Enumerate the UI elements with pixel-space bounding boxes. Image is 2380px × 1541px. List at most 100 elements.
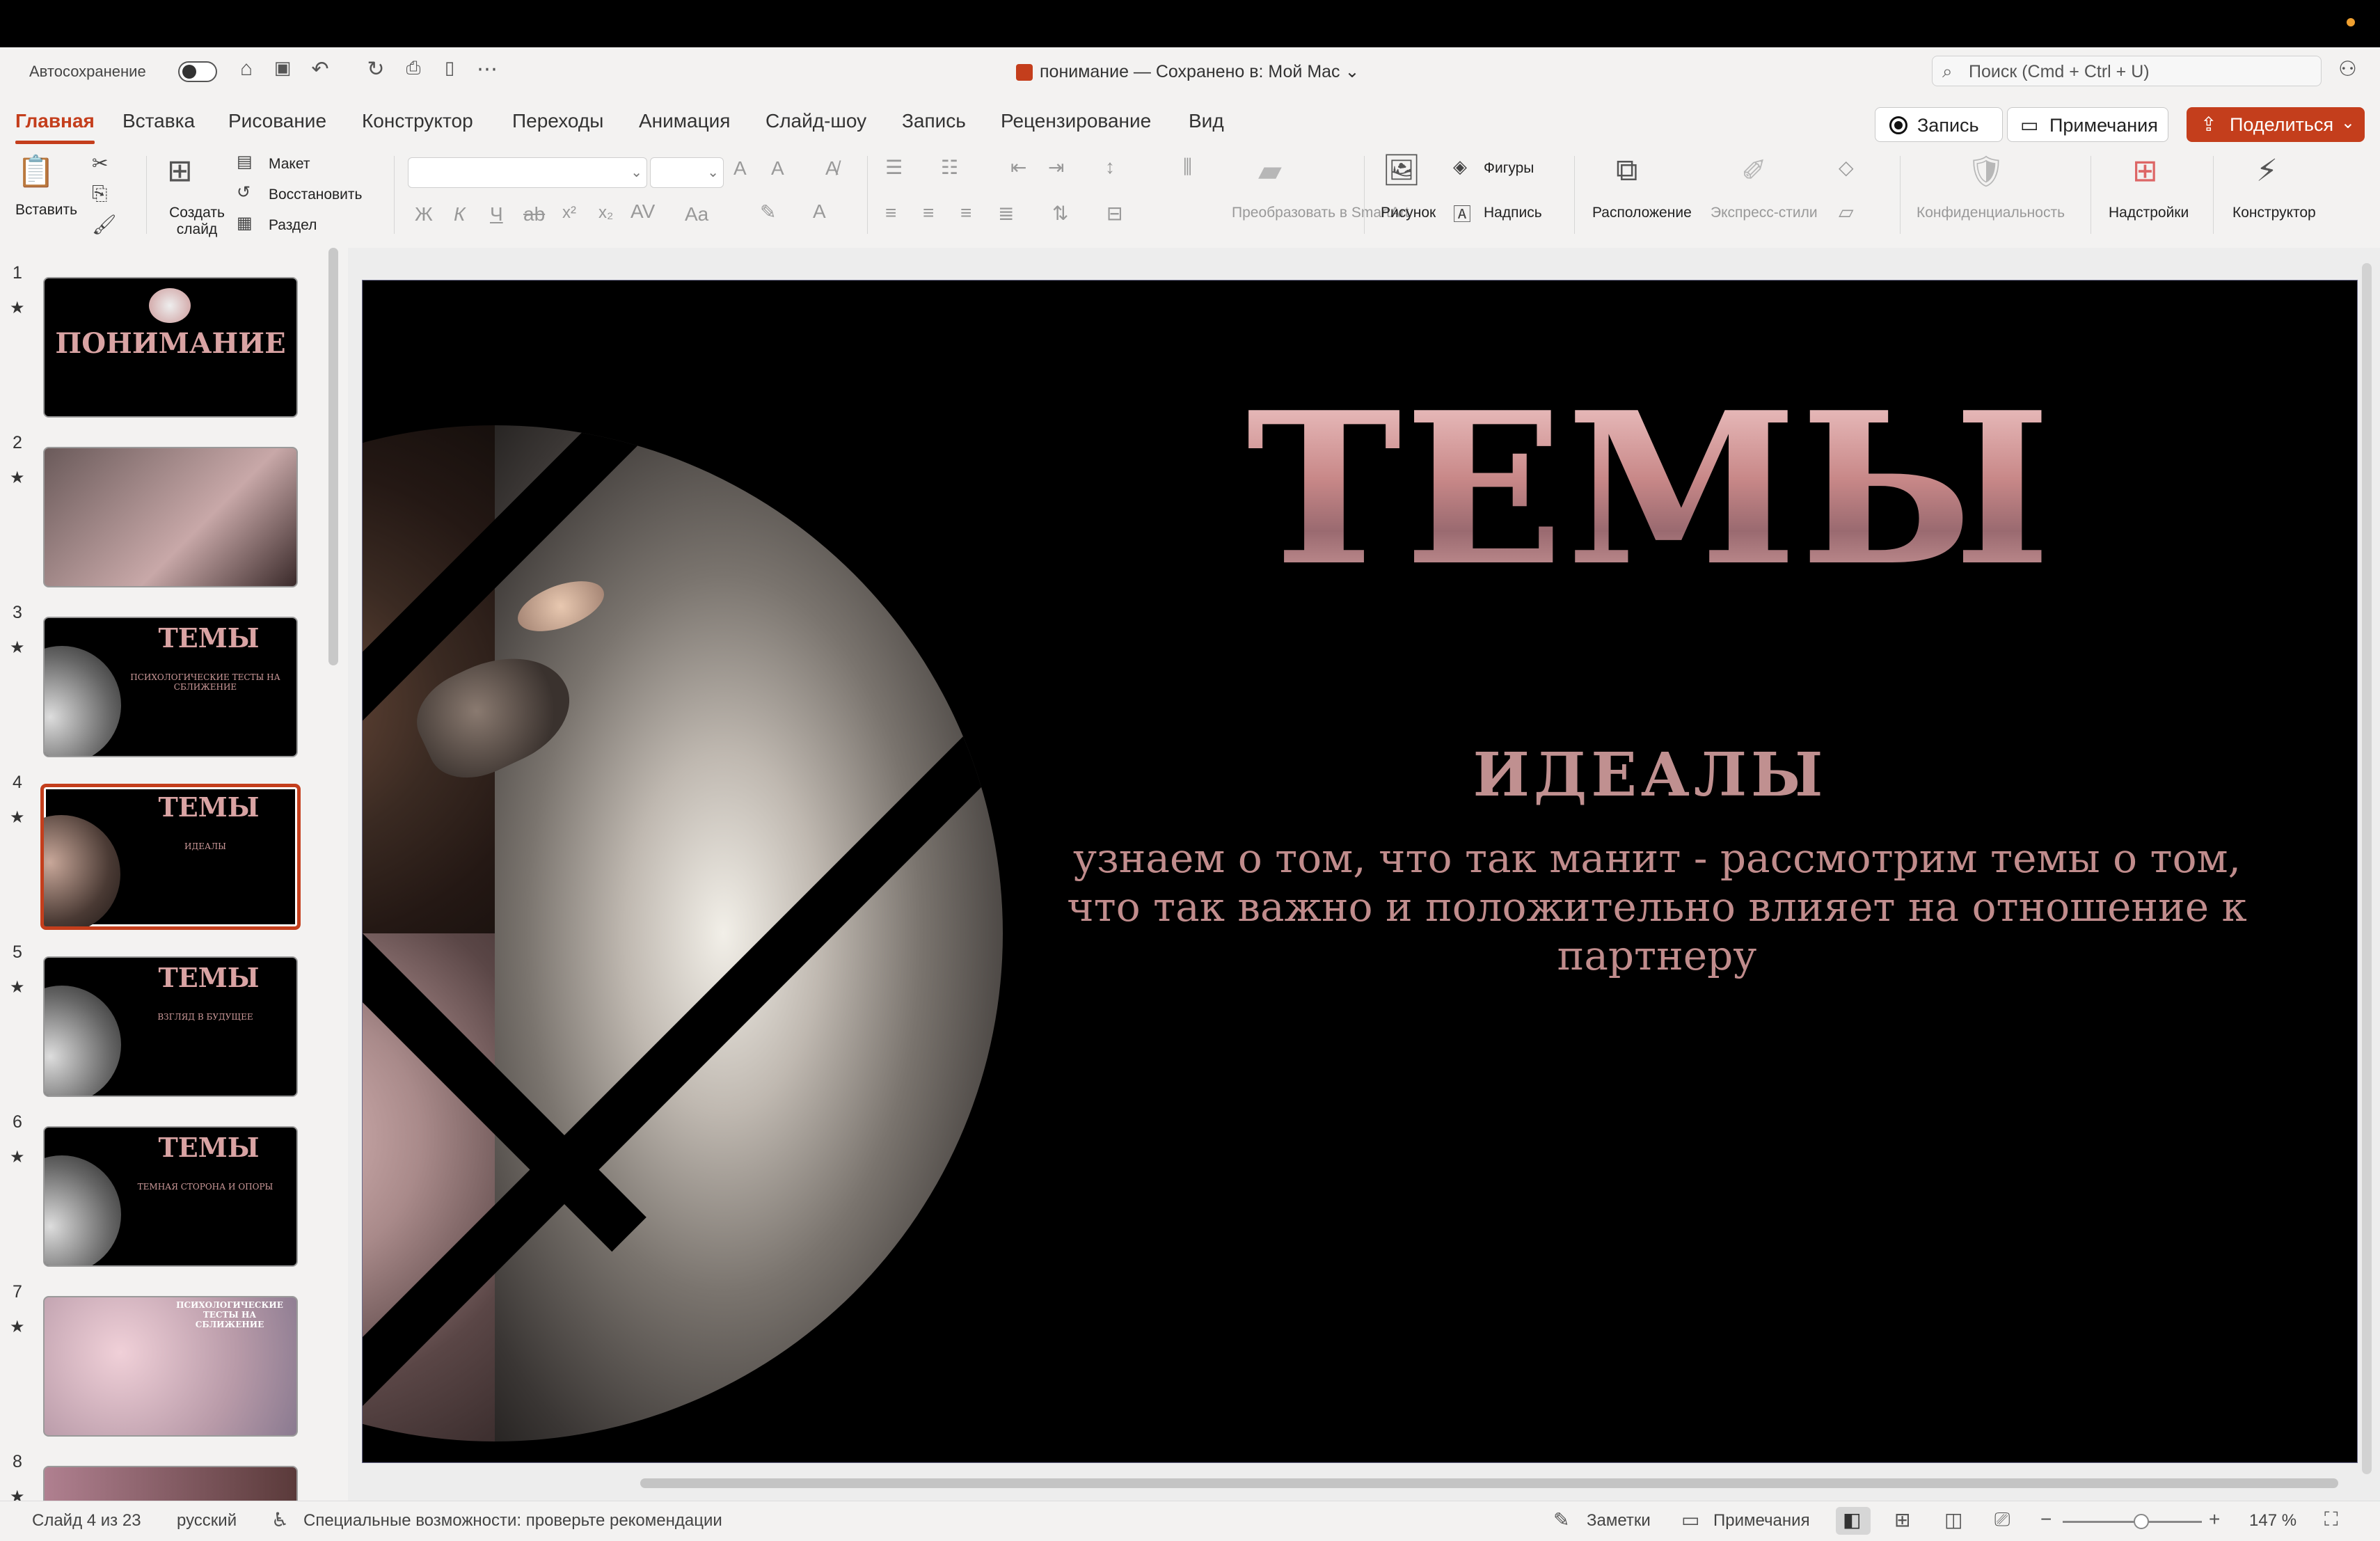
zoom-out-icon[interactable]: − (2040, 1508, 2052, 1531)
align-right-icon[interactable]: ≡ (960, 202, 971, 224)
fit-slide-icon[interactable]: ⛶ (2324, 1508, 2338, 1531)
quick-styles-label[interactable]: Экспресс-стили (1711, 205, 1818, 221)
presenter-view-icon[interactable]: ⎚ (1994, 1508, 2010, 1531)
notes-button[interactable]: Заметки (1587, 1511, 1651, 1531)
picture-icon[interactable]: 🖼 (1382, 152, 1421, 188)
arrange-label[interactable]: Расположение (1592, 205, 1692, 221)
privacy-label[interactable]: Конфиденциальность (1917, 205, 2065, 221)
print-icon[interactable]: ⎙ (399, 57, 427, 79)
zoom-in-icon[interactable]: + (2209, 1508, 2220, 1531)
thumbnail-slide-3[interactable]: 3 ★ ТЕМЫ ПСИХОЛОГИЧЕСКИЕ ТЕСТЫ НА СБЛИЖЕ… (0, 603, 327, 757)
thumbnail-slide-7[interactable]: 7 ★ ПСИХОЛОГИЧЕСКИЕ ТЕСТЫ НА СБЛИЖЕНИЕ (0, 1282, 327, 1437)
textbox-button[interactable]: Надпись (1484, 205, 1542, 221)
section-icon[interactable]: ▦ (237, 213, 253, 233)
quick-styles-icon[interactable]: ✐ (1741, 153, 1767, 189)
addins-label[interactable]: Надстройки (2109, 205, 2189, 221)
zoom-slider-handle[interactable] (2134, 1514, 2149, 1529)
slide-body-text[interactable]: узнаем о том, что так манит - рассмотрим… (1052, 834, 2262, 980)
clear-format-icon[interactable]: A̸ (825, 157, 839, 180)
bullets-icon[interactable]: ☰ (885, 156, 903, 179)
change-case-icon[interactable]: Aa (685, 203, 708, 226)
paste-icon[interactable]: 📋 (17, 153, 55, 189)
slide-title[interactable]: ТЕМЫ (1170, 385, 2130, 594)
language-indicator[interactable]: русский (177, 1511, 237, 1531)
cut-icon[interactable]: ✂ (92, 152, 108, 175)
privacy-icon[interactable]: 🛡 (1967, 153, 2006, 189)
horizontal-scrollbar[interactable] (640, 1478, 2338, 1488)
grow-font-icon[interactable]: A (733, 157, 747, 180)
addins-icon[interactable]: ⊞ (2132, 153, 2158, 189)
tab-record[interactable]: Запись (902, 110, 966, 132)
designer-icon[interactable]: ⚡ (2256, 153, 2278, 189)
more-icon[interactable]: ⋯ (473, 57, 501, 81)
subscript-button[interactable]: x₂ (598, 203, 613, 223)
line-spacing-icon[interactable]: ↕ (1105, 156, 1115, 178)
textbox-icon[interactable]: 🄰 (1453, 200, 1471, 226)
shrink-font-icon[interactable]: A (771, 157, 784, 180)
italic-button[interactable]: К (454, 203, 466, 226)
bold-button[interactable]: Ж (415, 203, 433, 226)
picture-label[interactable]: Рисунок (1381, 205, 1436, 221)
thumbnail-slide-5[interactable]: 5 ★ ТЕМЫ ВЗГЛЯД В БУДУЩЕЕ (0, 942, 327, 1097)
thumbnail-scrollbar[interactable] (328, 248, 338, 665)
slide-editor[interactable]: ТЕМЫ ИДЕАЛЫ узнаем о том, что так манит … (362, 280, 2358, 1463)
columns-icon[interactable]: ⫼ (1183, 156, 1192, 179)
layout-icon[interactable]: ▤ (237, 152, 253, 172)
designer-label[interactable]: Конструктор (2232, 205, 2316, 221)
slide-sorter-icon[interactable]: ⊞ (1894, 1508, 1910, 1531)
shapes-icon[interactable]: ◈ (1453, 156, 1467, 177)
thumbnail-image[interactable]: ПОНИМАНИЕ (43, 277, 298, 418)
tab-review[interactable]: Рецензирование (1001, 110, 1151, 132)
undo-icon[interactable]: ↶ (306, 57, 334, 81)
tab-design[interactable]: Конструктор (362, 110, 473, 132)
thumbnail-slide-8[interactable]: 8 ★ (0, 1452, 327, 1508)
underline-button[interactable]: Ч (490, 203, 503, 226)
slide-photo-collage[interactable] (363, 425, 1003, 1441)
new-slide-icon[interactable]: ⊞ (167, 153, 193, 189)
tab-home[interactable]: Главная (15, 110, 95, 144)
fill-icon[interactable]: ◇ (1839, 156, 1854, 179)
thumbnail-slide-4[interactable]: 4 ★ ТЕМЫ ИДЕАЛЫ (0, 773, 327, 930)
highlight-icon[interactable]: ✎ (760, 200, 776, 223)
tab-view[interactable]: Вид (1189, 110, 1224, 132)
layout-button[interactable]: Макет (269, 156, 310, 173)
font-color-icon[interactable]: A (813, 200, 826, 223)
outline-icon[interactable]: ▱ (1839, 200, 1854, 223)
comment-icon[interactable]: ▭ (1681, 1508, 1699, 1531)
accessibility-icon[interactable]: ♿ (271, 1508, 289, 1531)
thumbnail-slide-6[interactable]: 6 ★ ТЕМЫ ТЕМНАЯ СТОРОНА И ОПОРЫ (0, 1112, 327, 1267)
arrange-icon[interactable]: ⧉ (1616, 153, 1637, 188)
indent-icon[interactable]: ⇥ (1048, 156, 1064, 179)
thumbnail-image[interactable]: ТЕМЫ ВЗГЛЯД В БУДУЩЕЕ (43, 956, 298, 1097)
new-slide-label[interactable]: Создать слайд (164, 205, 230, 238)
font-size-field[interactable]: ⌄ (650, 157, 724, 188)
tab-animations[interactable]: Анимация (639, 110, 730, 132)
tab-transitions[interactable]: Переходы (512, 110, 603, 132)
reading-view-icon[interactable]: ◫ (1944, 1508, 1962, 1531)
format-painter-icon[interactable]: 🖌 (92, 213, 117, 236)
notes-icon[interactable]: ✎ (1553, 1508, 1569, 1531)
autosave-toggle[interactable] (178, 61, 217, 82)
align-center-icon[interactable]: ≡ (923, 202, 934, 224)
reset-button[interactable]: Восстановить (269, 187, 362, 203)
comments-status-button[interactable]: Примечания (1713, 1511, 1810, 1531)
font-name-field[interactable]: ⌄ (408, 157, 647, 188)
copy-icon[interactable]: ⎘ (92, 182, 107, 205)
justify-icon[interactable]: ≣ (998, 202, 1014, 225)
outdent-icon[interactable]: ⇤ (1010, 156, 1026, 179)
zoom-slider[interactable] (2063, 1521, 2202, 1523)
tab-draw[interactable]: Рисование (228, 110, 326, 132)
tab-insert[interactable]: Вставка (122, 110, 195, 132)
redo-icon[interactable]: ↻ (362, 57, 390, 81)
numbering-icon[interactable]: ☷ (941, 156, 958, 179)
home-icon[interactable]: ⌂ (232, 57, 260, 81)
smartart-icon[interactable]: ▰ (1258, 153, 1282, 189)
text-direction-icon[interactable]: ⇅ (1052, 202, 1068, 225)
thumbnail-image[interactable] (43, 447, 298, 587)
new-doc-icon[interactable]: ▯ (436, 57, 463, 79)
zoom-level[interactable]: 147 % (2249, 1511, 2296, 1531)
tab-slideshow[interactable]: Слайд-шоу (765, 110, 866, 132)
thumbnail-image[interactable]: ТЕМЫ ТЕМНАЯ СТОРОНА И ОПОРЫ (43, 1126, 298, 1267)
record-button[interactable]: Запись (1875, 107, 2003, 142)
thumbnail-slide-1[interactable]: 1 ★ ПОНИМАНИЕ (0, 263, 327, 418)
